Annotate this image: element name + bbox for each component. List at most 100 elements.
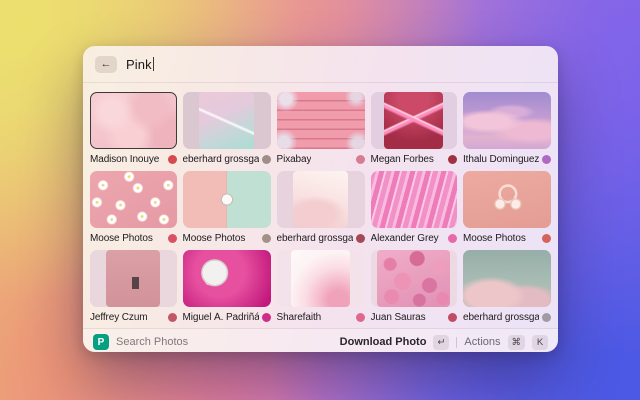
photo-result-item[interactable]: Sharefaith	[277, 250, 365, 323]
photo-meta-row: Madison Inouye	[90, 153, 177, 165]
photographer-name: eberhard grossga...	[183, 154, 259, 165]
photo-result-item[interactable]: Alexander Grey	[371, 171, 458, 244]
photo-thumbnail[interactable]	[183, 92, 271, 149]
photographer-avatar	[356, 313, 365, 322]
photo-image	[377, 250, 450, 307]
photo-result-item[interactable]: Moose Photos	[90, 171, 177, 244]
photographer-name: Juan Sauras	[371, 312, 426, 323]
photo-thumbnail[interactable]	[371, 171, 458, 228]
photo-meta-row: Moose Photos	[463, 232, 551, 244]
photo-thumbnail[interactable]	[371, 250, 458, 307]
desktop-background: ← Pink Madison Inouye	[0, 0, 640, 400]
photo-image	[90, 92, 177, 149]
photo-image	[463, 92, 551, 149]
photographer-name: eberhard grossga...	[463, 312, 539, 323]
photo-grid: Madison Inouye eberhard grossga...	[83, 83, 558, 328]
photo-image	[384, 92, 443, 149]
photographer-avatar	[542, 234, 551, 243]
photo-thumbnail[interactable]	[277, 250, 365, 307]
photographer-avatar	[262, 155, 271, 164]
photographer-avatar	[448, 313, 457, 322]
photo-thumbnail[interactable]	[463, 250, 551, 307]
photographer-avatar	[448, 155, 457, 164]
photographer-avatar	[542, 155, 551, 164]
photo-result-item[interactable]: Juan Sauras	[371, 250, 458, 323]
footer-bar: P Search Photos Download Photo ↵ Actions…	[83, 328, 558, 352]
back-button[interactable]: ←	[95, 56, 117, 73]
photo-thumbnail[interactable]	[463, 92, 551, 149]
photo-meta-row: Sharefaith	[277, 311, 365, 323]
photographer-name: Moose Photos	[183, 233, 246, 244]
download-photo-action[interactable]: Download Photo	[340, 336, 427, 348]
photo-image	[90, 171, 177, 228]
photographer-avatar	[448, 234, 457, 243]
photographer-avatar	[168, 234, 177, 243]
photo-result-item[interactable]: Pixabay	[277, 92, 365, 165]
photo-result-item[interactable]: Moose Photos	[463, 171, 551, 244]
photo-image	[463, 171, 551, 228]
photographer-avatar	[356, 234, 365, 243]
photo-result-item[interactable]: Jeffrey Czum	[90, 250, 177, 323]
photographer-name: Alexander Grey	[371, 233, 439, 244]
photo-result-item[interactable]: Ithalu Dominguez	[463, 92, 551, 165]
photo-meta-row: Miguel Á. Padriñán	[183, 311, 271, 323]
pexels-logo-icon: P	[93, 334, 109, 350]
photographer-name: Ithalu Dominguez	[463, 154, 539, 165]
photo-image	[293, 171, 348, 228]
k-key-icon: K	[532, 335, 548, 350]
photo-result-item[interactable]: Madison Inouye	[90, 92, 177, 165]
photo-meta-row: Alexander Grey	[371, 232, 458, 244]
photo-result-item[interactable]: eberhard grossga...	[277, 171, 365, 244]
text-cursor	[153, 57, 155, 71]
search-input[interactable]: Pink	[126, 57, 154, 72]
photo-image	[183, 171, 271, 228]
photo-thumbnail[interactable]	[90, 171, 177, 228]
photo-image	[371, 171, 458, 228]
photographer-name: Madison Inouye	[90, 154, 159, 165]
photo-thumbnail[interactable]	[463, 171, 551, 228]
search-window: ← Pink Madison Inouye	[83, 46, 558, 352]
photographer-avatar	[168, 313, 177, 322]
photo-image	[463, 250, 551, 307]
photo-thumbnail[interactable]	[277, 171, 365, 228]
photo-meta-row: eberhard grossga...	[277, 232, 365, 244]
photographer-avatar	[542, 313, 551, 322]
photographer-name: Pixabay	[277, 154, 312, 165]
photographer-name: Megan Forbes	[371, 154, 434, 165]
photo-image	[106, 250, 160, 307]
search-query-text: Pink	[126, 57, 152, 72]
photo-thumbnail[interactable]	[277, 92, 365, 149]
photo-thumbnail[interactable]	[90, 250, 177, 307]
photographer-avatar	[262, 234, 271, 243]
search-bar: ← Pink	[83, 46, 558, 83]
photo-thumbnail[interactable]	[183, 171, 271, 228]
photographer-name: Miguel Á. Padriñán	[183, 312, 259, 323]
photo-thumbnail[interactable]	[371, 92, 458, 149]
command-key-icon: ⌘	[508, 335, 526, 350]
photo-meta-row: eberhard grossga...	[463, 311, 551, 323]
photo-thumbnail[interactable]	[90, 92, 177, 149]
footer-command-label: Search Photos	[116, 336, 188, 348]
photographer-name: Moose Photos	[90, 233, 153, 244]
photographer-avatar	[168, 155, 177, 164]
photographer-name: Moose Photos	[463, 233, 526, 244]
photo-meta-row: Jeffrey Czum	[90, 311, 177, 323]
photo-result-item[interactable]: Miguel Á. Padriñán	[183, 250, 271, 323]
photo-thumbnail[interactable]	[183, 250, 271, 307]
photographer-name: eberhard grossga...	[277, 233, 353, 244]
photo-meta-row: eberhard grossga...	[183, 153, 271, 165]
photo-meta-row: Moose Photos	[90, 232, 177, 244]
photo-meta-row: Juan Sauras	[371, 311, 458, 323]
photo-meta-row: Megan Forbes	[371, 153, 458, 165]
photographer-avatar	[356, 155, 365, 164]
photo-image	[291, 250, 351, 307]
actions-menu-button[interactable]: Actions	[464, 336, 500, 348]
photo-image	[277, 92, 365, 149]
photographer-name: Jeffrey Czum	[90, 312, 148, 323]
footer-divider	[456, 337, 457, 348]
photo-result-item[interactable]: Moose Photos	[183, 171, 271, 244]
photo-result-item[interactable]: eberhard grossga...	[463, 250, 551, 323]
photo-result-item[interactable]: Megan Forbes	[371, 92, 458, 165]
photo-meta-row: Pixabay	[277, 153, 365, 165]
photo-result-item[interactable]: eberhard grossga...	[183, 92, 271, 165]
